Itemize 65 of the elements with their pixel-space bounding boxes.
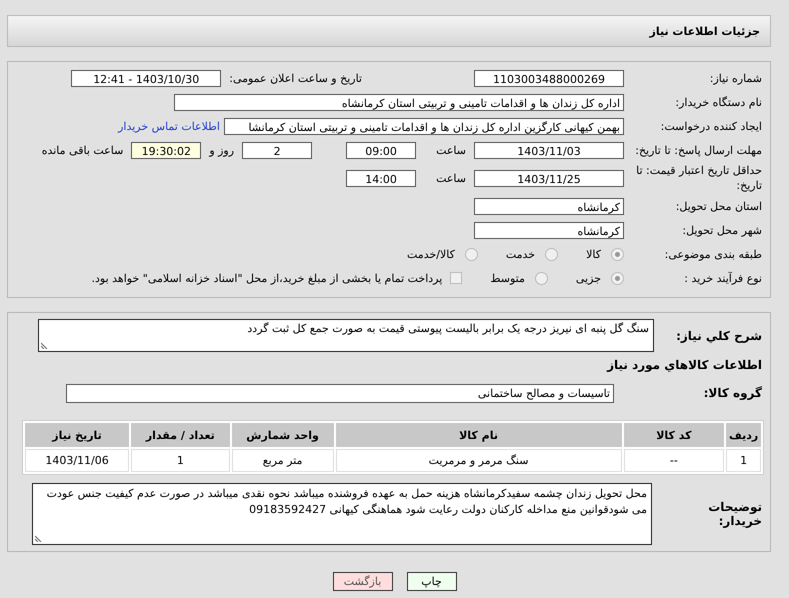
back-button[interactable]: بازگشت xyxy=(332,572,392,591)
field-label: شماره نیاز: xyxy=(708,70,763,86)
column-header: کد کالا xyxy=(624,423,724,447)
text-field[interactable]: 1403/11/03 xyxy=(474,142,624,158)
field-label: تاریخ و ساعت اعلان عمومی: xyxy=(229,72,362,84)
section-heading: اطلاعات كالاهاي مورد نياز xyxy=(606,358,763,372)
radio-button[interactable] xyxy=(611,272,624,284)
text-field[interactable]: 1103003488000269 xyxy=(474,70,624,86)
table-cell: 1403/11/06 xyxy=(25,449,130,472)
field-label: حداقل تاریخ اعتبار قیمت: تا تاریخ: xyxy=(635,163,763,193)
table-cell: متر مربع xyxy=(232,449,334,472)
text-field[interactable]: 1403/11/25 xyxy=(474,170,624,186)
text-field[interactable]: کرمانشاه xyxy=(474,198,624,214)
field-label: شهر محل تحویل: xyxy=(681,222,763,238)
radio-label: کالا xyxy=(586,248,601,260)
checkbox[interactable] xyxy=(450,272,462,284)
text-field[interactable]: 19:30:02 xyxy=(131,142,202,158)
column-header: تعداد / مقدار xyxy=(131,423,230,447)
radio-button[interactable] xyxy=(611,248,624,260)
print-button[interactable]: چاپ xyxy=(406,572,456,591)
text-field[interactable]: 09:00 xyxy=(346,142,416,158)
description-field[interactable]: سنگ گل پنبه ای نیریز درجه یک برابر بالیست پیوستی قیمت به صورت جمع کل ثبت گردد xyxy=(38,319,654,352)
text-field[interactable]: اداره کل زندان ها و اقدامات تامینی و تربیتی استان کرمانشاه xyxy=(174,94,624,110)
field-label: مهلت ارسال پاسخ: تا تاریخ: xyxy=(634,142,763,158)
resize-grip-icon[interactable] xyxy=(41,341,49,349)
field-label: روز و xyxy=(209,144,234,156)
field-label: ساعت xyxy=(436,144,466,156)
radio-label: کالا/خدمت xyxy=(407,248,455,260)
field-label: ساعت xyxy=(436,172,466,184)
column-header: نام کالا xyxy=(336,423,622,447)
field-label: ساعت باقی مانده xyxy=(42,144,124,156)
text-field[interactable]: 14:00 xyxy=(346,170,416,186)
checkbox-label: پرداخت تمام یا بخشی از مبلغ خرید،از محل "اسناد خزانه اسلامی" خواهد بود. xyxy=(92,272,442,284)
column-header: ردیف xyxy=(726,423,761,447)
field-label: ایجاد کننده درخواست: xyxy=(660,118,763,134)
radio-label: متوسط xyxy=(490,272,525,284)
text-field[interactable]: تاسیسات و مصالح ساختمانی xyxy=(66,384,614,402)
page-title: جزئیات اطلاعات نیاز xyxy=(650,24,760,38)
notes-text: محل تحویل زندان چشمه سفیدکرمانشاه هزینه حمل به عهده فروشنده میباشد نحوه نقدی میباشد در صورت عدم کیفیت جنس عودت می شودقوانین منع مداخله کارکنان دولت رعایت شود هماهنگی کیهانی 09183592427 xyxy=(46,487,647,516)
field-label: گروه کالا: xyxy=(702,386,763,400)
field-label: توضیحات خریدار: xyxy=(707,500,763,528)
table-cell: -- xyxy=(624,449,724,472)
table-cell: 1 xyxy=(726,449,761,472)
text-field[interactable]: 1403/10/30 - 12:41 xyxy=(71,70,222,86)
text-field[interactable]: کرمانشاه xyxy=(474,222,624,238)
field-label: نوع فرآیند خرید : xyxy=(683,270,763,286)
description-text: سنگ گل پنبه ای نیریز درجه یک برابر بالیست پیوستی قیمت به صورت جمع کل ثبت گردد xyxy=(247,322,649,335)
table-cell: سنگ مرمر و مرمریت xyxy=(336,449,622,472)
column-header: واحد شمارش xyxy=(232,423,334,447)
table-cell: 1 xyxy=(131,449,230,472)
text-field[interactable]: 2 xyxy=(242,142,312,158)
field-label: نام دستگاه خریدار: xyxy=(674,94,763,110)
radio-button[interactable] xyxy=(545,248,558,260)
radio-button[interactable] xyxy=(464,248,478,260)
radio-label: خدمت xyxy=(506,248,536,260)
text-field[interactable]: بهمن کیهانی کارگزین اداره کل زندان ها و اقدامات تامینی و تربیتی استان کرمانشا xyxy=(224,118,624,134)
contact-link[interactable]: اطلاعات تماس خریدار xyxy=(118,120,220,132)
radio-button[interactable] xyxy=(534,272,548,284)
resize-grip-icon[interactable] xyxy=(35,534,43,542)
field-label: شرح كلي نياز: xyxy=(675,328,763,342)
column-header: تاریخ نیاز xyxy=(25,423,130,447)
field-label: طبقه بندی موضوعی: xyxy=(664,246,763,262)
notes-field[interactable]: محل تحویل زندان چشمه سفیدکرمانشاه هزینه حمل به عهده فروشنده میباشد نحوه نقدی میباشد در صورت عدم کیفیت جنس عودت می شودقوانین منع مداخله کارکنان دولت رعایت شود هماهنگی کیهانی 09183592427 xyxy=(32,483,652,545)
radio-label: جزیی xyxy=(576,272,601,284)
field-label: استان محل تحویل: xyxy=(674,198,763,214)
